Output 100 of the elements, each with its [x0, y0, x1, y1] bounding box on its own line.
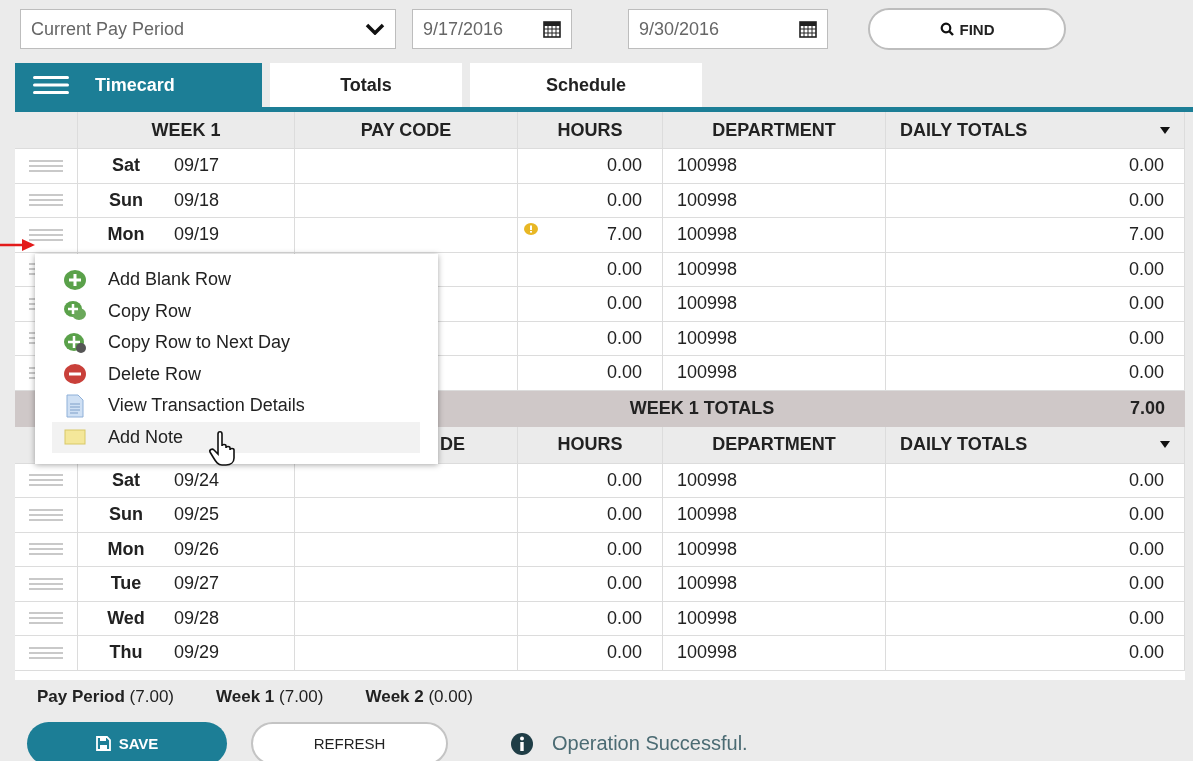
- hours-cell: 0.00: [606, 607, 642, 629]
- drag-handle-icon[interactable]: [29, 227, 63, 242]
- date-field[interactable]: 9/17/2016: [412, 9, 572, 49]
- calendar-icon: [543, 20, 561, 38]
- day-label: Mon: [106, 224, 146, 246]
- menu-item[interactable]: Copy Row to Next Day: [52, 327, 420, 359]
- copy-next-day-icon: [62, 331, 88, 354]
- daily-total-cell: 0.00: [1128, 293, 1164, 315]
- note-icon: [62, 428, 88, 447]
- daily-total-cell: 0.00: [1128, 258, 1164, 280]
- department-cell: 100998: [677, 504, 738, 526]
- pointer-arrow-icon: [0, 238, 36, 252]
- column-header: PAY CODE: [360, 119, 452, 141]
- save-button[interactable]: SAVE: [27, 722, 227, 761]
- summary-text: Pay Period (7.00): [37, 687, 174, 708]
- column-header: DEPARTMENT: [712, 119, 836, 141]
- hours-cell: 0.00: [606, 504, 642, 526]
- department-cell: 100998: [677, 607, 738, 629]
- date-label: 09/26: [174, 538, 220, 560]
- drag-handle-icon[interactable]: [29, 507, 63, 522]
- date-label: 09/27: [174, 573, 220, 595]
- day-label: Sun: [108, 504, 144, 526]
- sort-caret-icon[interactable]: [1160, 441, 1170, 448]
- daily-total-cell: 0.00: [1128, 469, 1164, 491]
- drag-handle-icon[interactable]: [29, 158, 63, 173]
- pay-period-dropdown[interactable]: Current Pay Period: [20, 9, 396, 49]
- column-header: HOURS: [557, 119, 623, 141]
- drag-handle-icon[interactable]: [29, 193, 63, 208]
- date-field[interactable]: 9/30/2016: [628, 9, 828, 49]
- daily-total-cell: 0.00: [1128, 607, 1164, 629]
- plus-circle-icon: [62, 268, 88, 291]
- hours-cell: 0.00: [606, 642, 642, 664]
- hours-cell: 0.00: [606, 469, 642, 491]
- tab[interactable]: Schedule: [470, 63, 702, 107]
- hours-cell: 0.00: [606, 538, 642, 560]
- copy-plus-icon: [62, 300, 88, 323]
- menu-item[interactable]: Add Note: [52, 421, 420, 453]
- column-header: DEPARTMENT: [712, 434, 836, 455]
- totals-label: WEEK 1 TOTALS: [629, 398, 775, 419]
- department-cell: 100998: [677, 327, 738, 349]
- column-header: DAILY TOTALS: [900, 434, 1028, 455]
- department-cell: 100998: [677, 224, 738, 246]
- daily-total-cell: 0.00: [1128, 155, 1164, 177]
- department-cell: 100998: [677, 642, 738, 664]
- drag-handle-icon[interactable]: [29, 611, 63, 626]
- date-label: 09/19: [174, 224, 220, 246]
- day-label: Thu: [108, 642, 144, 664]
- summary-text: Week 2 (0.00): [365, 687, 473, 708]
- drag-handle-icon[interactable]: [29, 576, 63, 591]
- drag-handle-icon[interactable]: [29, 473, 63, 488]
- summary-text: Week 1 (7.00): [216, 687, 324, 708]
- hours-cell: 0.00: [606, 573, 642, 595]
- day-label: Sat: [111, 469, 141, 491]
- refresh-button[interactable]: REFRESH: [251, 722, 448, 761]
- day-label: Sat: [111, 155, 141, 177]
- drag-handle-icon[interactable]: [29, 645, 63, 660]
- sort-caret-icon[interactable]: [1160, 126, 1170, 134]
- tab[interactable]: Totals: [270, 63, 462, 107]
- column-header: DAILY TOTALS: [900, 119, 1028, 141]
- menu-item[interactable]: Copy Row: [52, 295, 420, 327]
- hours-cell: 0.00: [606, 293, 642, 315]
- day-label: Tue: [109, 573, 143, 595]
- totals-value: 7.00: [1129, 398, 1165, 419]
- daily-total-cell: 0.00: [1128, 189, 1164, 211]
- info-icon: [510, 731, 534, 756]
- department-cell: 100998: [677, 258, 738, 280]
- hours-cell: 0.00: [606, 258, 642, 280]
- department-cell: 100998: [677, 573, 738, 595]
- day-label: Sun: [108, 189, 144, 211]
- menu-item[interactable]: View Transaction Details: [52, 390, 420, 422]
- menu-item[interactable]: Add Blank Row: [52, 264, 420, 296]
- department-cell: 100998: [677, 538, 738, 560]
- daily-total-cell: 0.00: [1128, 538, 1164, 560]
- daily-total-cell: 0.00: [1128, 642, 1164, 664]
- column-header: HOURS: [557, 434, 623, 455]
- menu-item[interactable]: Delete Row: [52, 358, 420, 390]
- find-button[interactable]: FIND: [868, 8, 1066, 50]
- status-message: Operation Successful.: [552, 732, 748, 755]
- drag-handle-icon[interactable]: [29, 542, 63, 557]
- date-label: 09/29: [174, 642, 220, 664]
- daily-total-cell: 0.00: [1128, 362, 1164, 384]
- daily-total-cell: 0.00: [1128, 504, 1164, 526]
- column-header: WEEK 1: [151, 119, 221, 141]
- daily-total-cell: 7.00: [1128, 224, 1164, 246]
- minus-circle-icon: [62, 363, 88, 386]
- date-label: 09/24: [174, 469, 220, 491]
- hours-cell: 0.00: [606, 189, 642, 211]
- tab[interactable]: Timecard: [15, 63, 262, 107]
- date-label: 09/28: [174, 607, 220, 629]
- day-label: Mon: [106, 538, 146, 560]
- chevron-down-icon: [365, 23, 385, 35]
- calendar-icon: [799, 20, 817, 38]
- department-cell: 100998: [677, 469, 738, 491]
- search-icon: [939, 22, 954, 36]
- hours-cell: 0.00: [606, 327, 642, 349]
- department-cell: 100998: [677, 293, 738, 315]
- daily-total-cell: 0.00: [1128, 573, 1164, 595]
- hours-cell: 7.00: [606, 224, 642, 246]
- menu-icon: [33, 76, 69, 94]
- date-label: 09/17: [174, 155, 220, 177]
